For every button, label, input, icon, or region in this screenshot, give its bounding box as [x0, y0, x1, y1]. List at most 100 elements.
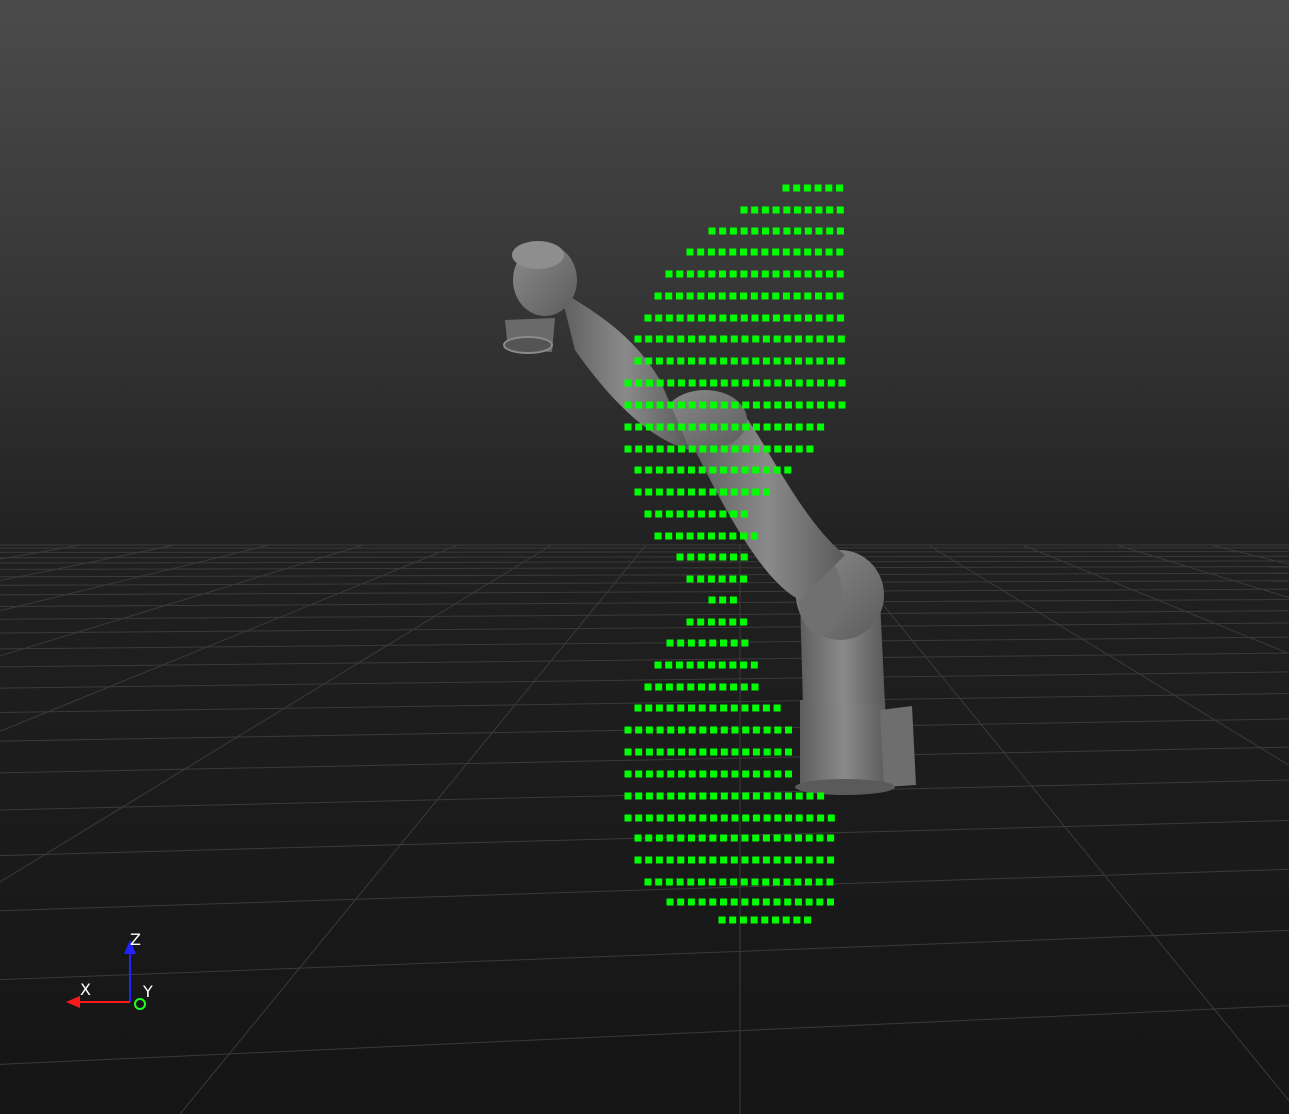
point-cloud-point: [762, 488, 770, 496]
point-cloud-point: [761, 206, 769, 214]
point-cloud-point: [806, 814, 814, 822]
point-cloud-point: [698, 704, 706, 712]
point-cloud-point: [827, 379, 835, 387]
point-cloud-point: [806, 792, 814, 800]
point-cloud-point: [699, 423, 707, 431]
point-cloud-point: [827, 898, 834, 906]
point-cloud-point: [752, 445, 760, 453]
robot-arm[interactable]: [503, 241, 916, 795]
point-cloud-point: [645, 357, 653, 365]
point-cloud-point: [836, 227, 844, 235]
point-cloud-point: [686, 618, 694, 626]
grid-line: [1210, 544, 1289, 565]
point-cloud-point: [688, 401, 696, 409]
point-cloud-point: [709, 466, 717, 474]
point-cloud-point: [720, 445, 728, 453]
point-cloud-point: [676, 683, 684, 691]
point-cloud-point: [838, 401, 846, 409]
point-cloud-point: [773, 466, 781, 474]
point-cloud-point: [762, 834, 770, 842]
point-cloud-point: [752, 488, 760, 496]
point-cloud-point: [719, 683, 727, 691]
point-cloud-point: [708, 878, 716, 886]
point-cloud-point: [784, 357, 792, 365]
point-cloud-point: [688, 770, 696, 778]
point-cloud-point: [624, 445, 632, 453]
point-cloud-point: [815, 878, 823, 886]
point-cloud-point: [730, 834, 738, 842]
point-cloud-point: [686, 270, 694, 278]
scene-canvas[interactable]: [0, 0, 1289, 1114]
point-cloud-point: [752, 898, 760, 906]
point-cloud-point: [836, 248, 844, 256]
point-cloud-point: [742, 814, 750, 822]
point-cloud-point: [752, 726, 760, 734]
point-cloud-point: [827, 856, 835, 864]
point-cloud-point: [740, 683, 748, 691]
point-cloud-point: [697, 575, 705, 583]
point-cloud-point: [677, 704, 685, 712]
grid-line: [0, 599, 1289, 607]
point-cloud-point: [825, 184, 833, 192]
point-cloud-point: [740, 618, 747, 626]
grid-line: [179, 544, 647, 1114]
point-cloud-point: [687, 898, 695, 906]
point-cloud-point: [709, 335, 717, 343]
point-cloud-point: [635, 792, 643, 800]
point-cloud-point: [752, 834, 760, 842]
grid-line: [0, 560, 1289, 564]
point-cloud-point: [699, 748, 707, 756]
point-cloud-point: [697, 270, 705, 278]
point-cloud-point: [645, 770, 653, 778]
point-cloud-point: [763, 445, 771, 453]
point-cloud-point: [742, 379, 750, 387]
point-cloud-point: [645, 445, 653, 453]
point-cloud-point: [665, 314, 673, 322]
point-cloud-point: [785, 423, 792, 431]
point-cloud-point: [762, 898, 770, 906]
point-cloud-point: [666, 335, 674, 343]
point-cloud-point: [772, 292, 780, 300]
point-cloud-point: [729, 227, 737, 235]
point-cloud-point: [762, 314, 770, 322]
point-cloud-point: [687, 314, 695, 322]
point-cloud-point: [794, 227, 802, 235]
point-cloud-point: [729, 596, 737, 604]
point-cloud-point: [751, 227, 759, 235]
point-cloud-point: [817, 423, 825, 431]
point-cloud-point: [783, 270, 791, 278]
point-cloud-point: [667, 748, 675, 756]
point-cloud-point: [773, 357, 781, 365]
point-cloud-point: [677, 856, 685, 864]
point-cloud-point: [698, 314, 705, 322]
point-cloud-point: [816, 856, 824, 864]
point-cloud-point: [826, 227, 834, 235]
point-cloud-point: [793, 184, 801, 192]
3d-viewport[interactable]: Z X Y: [0, 0, 1289, 1114]
point-cloud-point: [795, 834, 802, 842]
point-cloud-point: [707, 575, 715, 583]
point-cloud-point: [837, 314, 845, 322]
point-cloud-point: [751, 878, 759, 886]
point-cloud-point: [772, 206, 780, 214]
point-cloud-point: [750, 532, 758, 540]
point-cloud-point: [774, 445, 782, 453]
point-cloud-point: [678, 726, 685, 734]
point-cloud-point: [826, 206, 834, 214]
point-cloud-point: [740, 270, 748, 278]
point-cloud-point: [740, 878, 748, 886]
point-cloud-point: [666, 898, 674, 906]
point-cloud-point: [783, 878, 791, 886]
point-cloud-point: [666, 704, 674, 712]
ground-grid: [0, 544, 1289, 1114]
point-cloud-point: [644, 314, 652, 322]
point-cloud-point: [782, 916, 790, 924]
point-cloud-point: [763, 814, 771, 822]
point-cloud-point: [688, 726, 696, 734]
point-cloud-point: [773, 856, 781, 864]
point-cloud-point: [708, 532, 715, 540]
point-cloud-point: [838, 379, 846, 387]
point-cloud-point: [635, 379, 643, 387]
point-cloud-point: [761, 248, 769, 256]
point-cloud-point: [678, 379, 685, 387]
